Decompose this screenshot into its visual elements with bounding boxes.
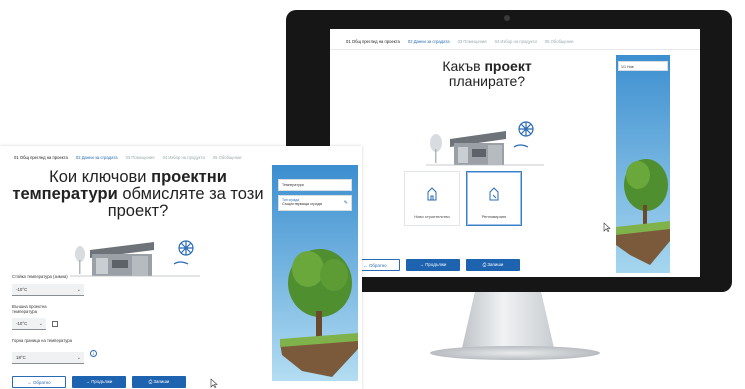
outdoor-temp-checkbox[interactable] xyxy=(52,321,58,327)
progress-stepper: 01 Общ преглед на проекта 02 Данни за сг… xyxy=(14,155,242,160)
continue-button[interactable]: → Продължи xyxy=(72,376,126,388)
chevron-down-icon: ⌄ xyxy=(76,287,81,293)
option-label: Ново строителство xyxy=(414,214,450,219)
upper-temp-select[interactable]: 18°C ⌄ xyxy=(12,352,84,364)
title-bold2: температури xyxy=(12,185,118,203)
page-title: Кои ключови проектни температури обмисля… xyxy=(12,169,264,220)
save-button[interactable]: ⎙ Запиши xyxy=(132,376,186,388)
step-overview[interactable]: 01 Общ преглед на проекта xyxy=(346,39,400,44)
field-label-winter-temp: Стойка температура (зимна) xyxy=(12,274,68,279)
page-title: Какъв проект планирате? xyxy=(402,59,572,89)
step-rooms[interactable]: 03 Помещения xyxy=(126,155,155,160)
chevron-down-icon: ⌄ xyxy=(76,355,81,361)
divider xyxy=(330,49,700,50)
back-button[interactable]: ← Обратно xyxy=(12,376,66,388)
foreground-app-window: 01 Общ преглед на проекта 02 Данни за сг… xyxy=(0,146,362,389)
building-type-card[interactable]: Тип сграда Съществуваща сграда ✎ xyxy=(278,195,352,211)
option-new-construction[interactable]: Ново строителство xyxy=(404,171,460,226)
step-overview[interactable]: 01 Общ преглед на проекта xyxy=(14,155,68,160)
winter-temp-select[interactable]: -10°C ⌄ xyxy=(12,284,84,296)
side-card[interactable]: 1/1 Нов xyxy=(618,61,668,71)
step-summary[interactable]: 05 Обобщение xyxy=(213,155,242,160)
monitor-screen: 01 Общ преглед на проекта 02 Данни за сг… xyxy=(330,29,700,277)
house-illustration xyxy=(70,240,200,277)
mouse-cursor-icon xyxy=(210,378,218,388)
renovation-icon xyxy=(489,187,499,201)
side-panel: Температури Тип сграда Съществуваща сгра… xyxy=(272,165,358,381)
continue-button[interactable]: → Продължи xyxy=(406,259,460,271)
title-line1: Кои ключови xyxy=(49,168,152,186)
step-building-data[interactable]: 02 Данни за сградата xyxy=(76,155,118,160)
select-value: -10°C xyxy=(16,321,28,326)
mouse-cursor-icon xyxy=(603,222,611,232)
select-value: 18°C xyxy=(16,355,26,360)
step-rooms[interactable]: 03 Помещения xyxy=(458,39,487,44)
chevron-down-icon: ⌄ xyxy=(38,321,43,327)
step-building-data[interactable]: 02 Данни за сградата xyxy=(408,39,450,44)
progress-stepper: 01 Общ преглед на проекта 02 Данни за сг… xyxy=(346,39,574,44)
side-panel: 1/1 Нов xyxy=(616,55,670,273)
save-button[interactable]: ⎙ Запиши xyxy=(466,259,520,271)
info-icon[interactable]: i xyxy=(90,350,97,357)
title-bold1: проектни xyxy=(151,168,227,186)
title-line3: проект? xyxy=(107,202,169,220)
heat-pump-icon xyxy=(173,240,194,265)
field-label-upper-temp: Горна граница на температура xyxy=(12,338,72,343)
title-line2-rest: обмисляте за този xyxy=(117,185,264,203)
edit-icon[interactable]: ✎ xyxy=(344,200,348,206)
field-label-outdoor-temp: Външна проектна температура xyxy=(12,304,47,314)
outdoor-temp-select[interactable]: -10°C ⌄ xyxy=(12,318,46,330)
card-value: Съществуваща сграда xyxy=(282,202,322,206)
step-summary[interactable]: 05 Обобщение xyxy=(545,39,574,44)
house-illustration xyxy=(426,121,544,166)
heat-pump-icon xyxy=(513,121,534,148)
title-bold: проект xyxy=(484,58,532,74)
landscape-illustration xyxy=(616,55,670,273)
title-prefix: Какъв xyxy=(442,58,485,74)
monitor-stand-neck xyxy=(462,292,554,348)
title-suffix: планирате? xyxy=(448,73,526,89)
marketing-composite: 01 Общ преглед на проекта 02 Данни за сг… xyxy=(0,0,745,389)
step-products[interactable]: 04 Избор на продукти xyxy=(163,155,205,160)
step-products[interactable]: 04 Избор на продукти xyxy=(495,39,537,44)
webcam xyxy=(504,15,510,21)
side-header[interactable]: Температури xyxy=(278,179,352,191)
new-building-icon xyxy=(427,187,437,201)
monitor-stand-base xyxy=(430,346,600,360)
option-label: Ренновиране xyxy=(481,214,507,219)
select-value: -10°C xyxy=(16,287,28,292)
option-renovation[interactable]: Ренновиране xyxy=(466,171,522,226)
